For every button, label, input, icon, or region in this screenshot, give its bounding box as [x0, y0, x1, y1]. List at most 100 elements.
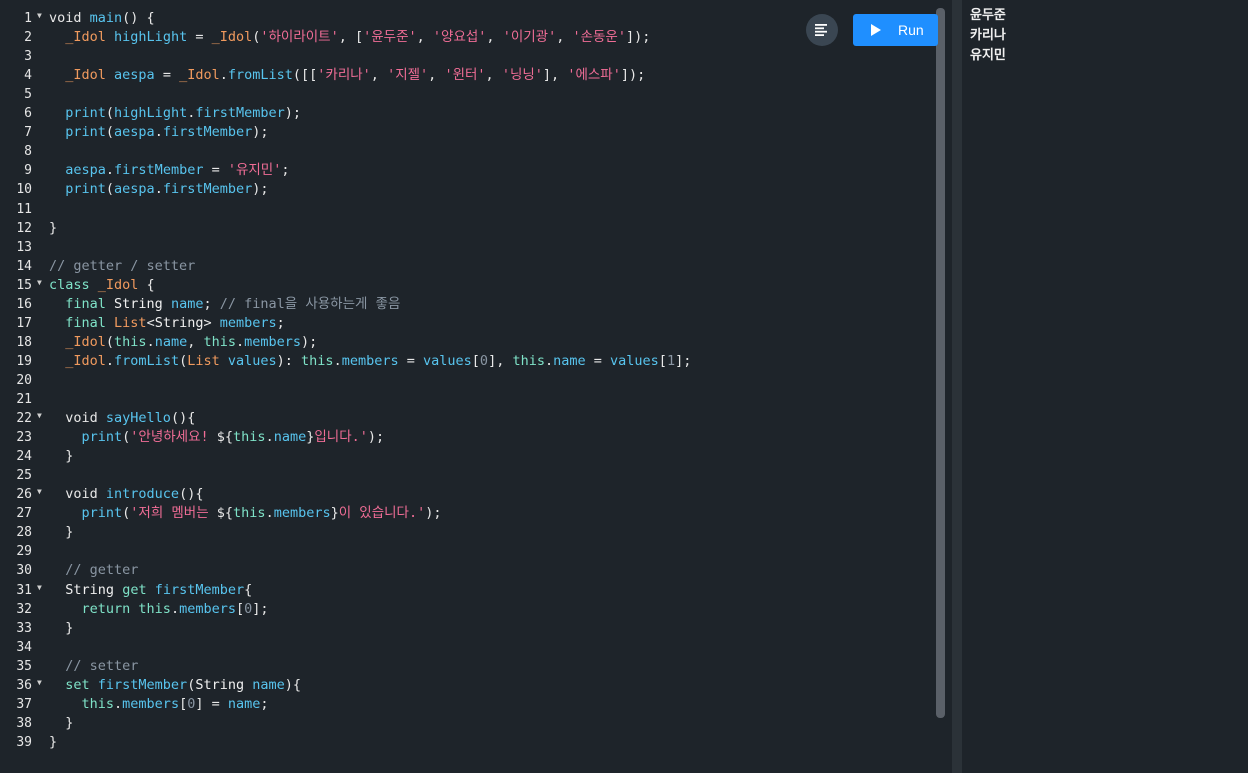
code-line[interactable]: final String name; // final을 사용하는게 좋음 [49, 295, 400, 314]
code-editor[interactable]: 1 ▼ 2 3 4 5 6 7 8 9 10 11 12 13 14 15 ▼ 16 17 18 19 20 21 22 ▼ 23… [0, 0, 952, 773]
editor-scrollbar[interactable] [936, 8, 945, 718]
code-token: ); [252, 124, 269, 141]
fold-arrow-icon[interactable]: ▼ [37, 273, 42, 292]
line-number: 26 [16, 487, 32, 503]
code-token: '카리나' [317, 67, 371, 84]
line-number: 25 [16, 468, 32, 484]
code-line[interactable]: print(aespa.firstMember); [49, 123, 269, 142]
code-line[interactable]: _Idol aespa = _Idol.fromList([['카리나', '지… [49, 66, 645, 85]
code-line[interactable]: this.members[0] = name; [49, 695, 269, 714]
code-token: _Idol [211, 29, 253, 46]
code-line[interactable]: void sayHello(){ [49, 409, 195, 428]
code-token: . [236, 333, 245, 350]
code-token: ( [179, 352, 188, 369]
fold-arrow-icon[interactable]: ▼ [37, 406, 42, 425]
code-token: ( [105, 124, 115, 141]
panel-splitter[interactable] [952, 0, 962, 773]
code-token: aespa [114, 124, 155, 141]
code-token: , [416, 29, 433, 46]
code-line[interactable]: } [49, 714, 73, 733]
code-line[interactable]: } [49, 523, 73, 542]
fold-arrow-icon[interactable]: ▼ [37, 673, 42, 692]
code-token: this [512, 352, 545, 369]
fold-arrow-icon[interactable]: ▼ [37, 6, 42, 25]
code-token: _Idol [179, 67, 220, 84]
code-token: ; [281, 162, 290, 179]
line-number: 27 [16, 506, 32, 522]
code-line[interactable]: print('안녕하세요! ${this.name}입니다.'); [49, 428, 385, 447]
code-token: sayHello [105, 410, 171, 427]
code-line[interactable]: _Idol.fromList(List values): this.member… [49, 352, 691, 371]
code-token: } [330, 505, 339, 522]
code-line[interactable]: void introduce(){ [49, 485, 203, 504]
code-line[interactable]: print(highLight.firstMember); [49, 104, 301, 123]
line-number: 4 [24, 68, 32, 84]
format-button[interactable] [806, 14, 838, 46]
code-line[interactable]: set firstMember(String name){ [49, 676, 301, 695]
code-token: ], [542, 67, 568, 84]
code-token: . [333, 352, 342, 369]
code-token: firstMember [162, 181, 253, 198]
code-line[interactable]: final List<String> members; [49, 314, 285, 333]
code-line[interactable]: print('저희 멤버는 ${this.members}이 있습니다.'); [49, 504, 442, 523]
code-token: } [49, 733, 58, 750]
code-token: '이기광' [502, 29, 557, 46]
code-token: name [154, 333, 188, 350]
code-token: this [233, 429, 266, 446]
code-line[interactable]: } [49, 447, 73, 466]
code-line[interactable]: class _Idol { [49, 276, 155, 295]
code-line[interactable]: // getter / setter [49, 257, 195, 276]
code-token: fromList [114, 352, 180, 369]
code-token: = [154, 67, 180, 84]
code-token: members [244, 333, 302, 350]
code-line[interactable]: } [49, 733, 57, 752]
code-line[interactable]: print(aespa.firstMember); [49, 180, 269, 199]
line-number: 17 [16, 315, 32, 331]
output-line: 유지민 [970, 48, 1006, 63]
run-button[interactable]: Run [853, 14, 938, 46]
code-line[interactable]: } [49, 619, 73, 638]
code-token: aespa [114, 67, 155, 84]
code-token: highLight [114, 29, 188, 46]
code-token: print [81, 429, 123, 446]
code-token: '하이라이트' [260, 29, 339, 46]
fold-arrow-icon[interactable]: ▼ [37, 578, 42, 597]
code-token: , [485, 67, 502, 84]
code-line[interactable]: return this.members[0]; [49, 600, 269, 619]
code-token: ; [203, 295, 220, 312]
code-token: members [219, 314, 277, 331]
code-token: '유지민' [227, 162, 282, 179]
code-line[interactable]: // setter [49, 657, 138, 676]
code-line[interactable]: _Idol highLight = _Idol('하이라이트', ['윤두준',… [49, 28, 650, 47]
code-token: '윈터' [444, 67, 486, 84]
code-area[interactable]: void main() { _Idol highLight = _Idol('하… [49, 0, 929, 773]
code-token: . [170, 600, 180, 617]
code-token: , [556, 29, 573, 46]
code-line[interactable]: // getter [49, 561, 138, 580]
code-line[interactable]: _Idol(this.name, this.members); [49, 333, 317, 352]
code-line[interactable]: void main() { [49, 9, 155, 28]
code-line[interactable]: aespa.firstMember = '유지민'; [49, 161, 290, 180]
code-token: . [265, 505, 274, 522]
code-token: final [65, 314, 115, 331]
code-token: [ [235, 600, 245, 617]
line-number: 34 [16, 639, 32, 655]
line-number: 20 [16, 372, 32, 388]
code-line[interactable]: } [49, 219, 57, 238]
code-token: _Idol [65, 29, 106, 46]
code-token: '닝닝' [501, 67, 543, 84]
code-token: ); [252, 181, 269, 198]
fold-arrow-icon[interactable]: ▼ [37, 482, 42, 501]
line-number: 10 [16, 182, 32, 198]
code-token: ( [105, 333, 115, 350]
code-line[interactable]: String get firstMember{ [49, 581, 252, 600]
code-token: String [154, 314, 204, 331]
code-token: _Idol [65, 333, 106, 350]
line-number: 23 [16, 430, 32, 446]
